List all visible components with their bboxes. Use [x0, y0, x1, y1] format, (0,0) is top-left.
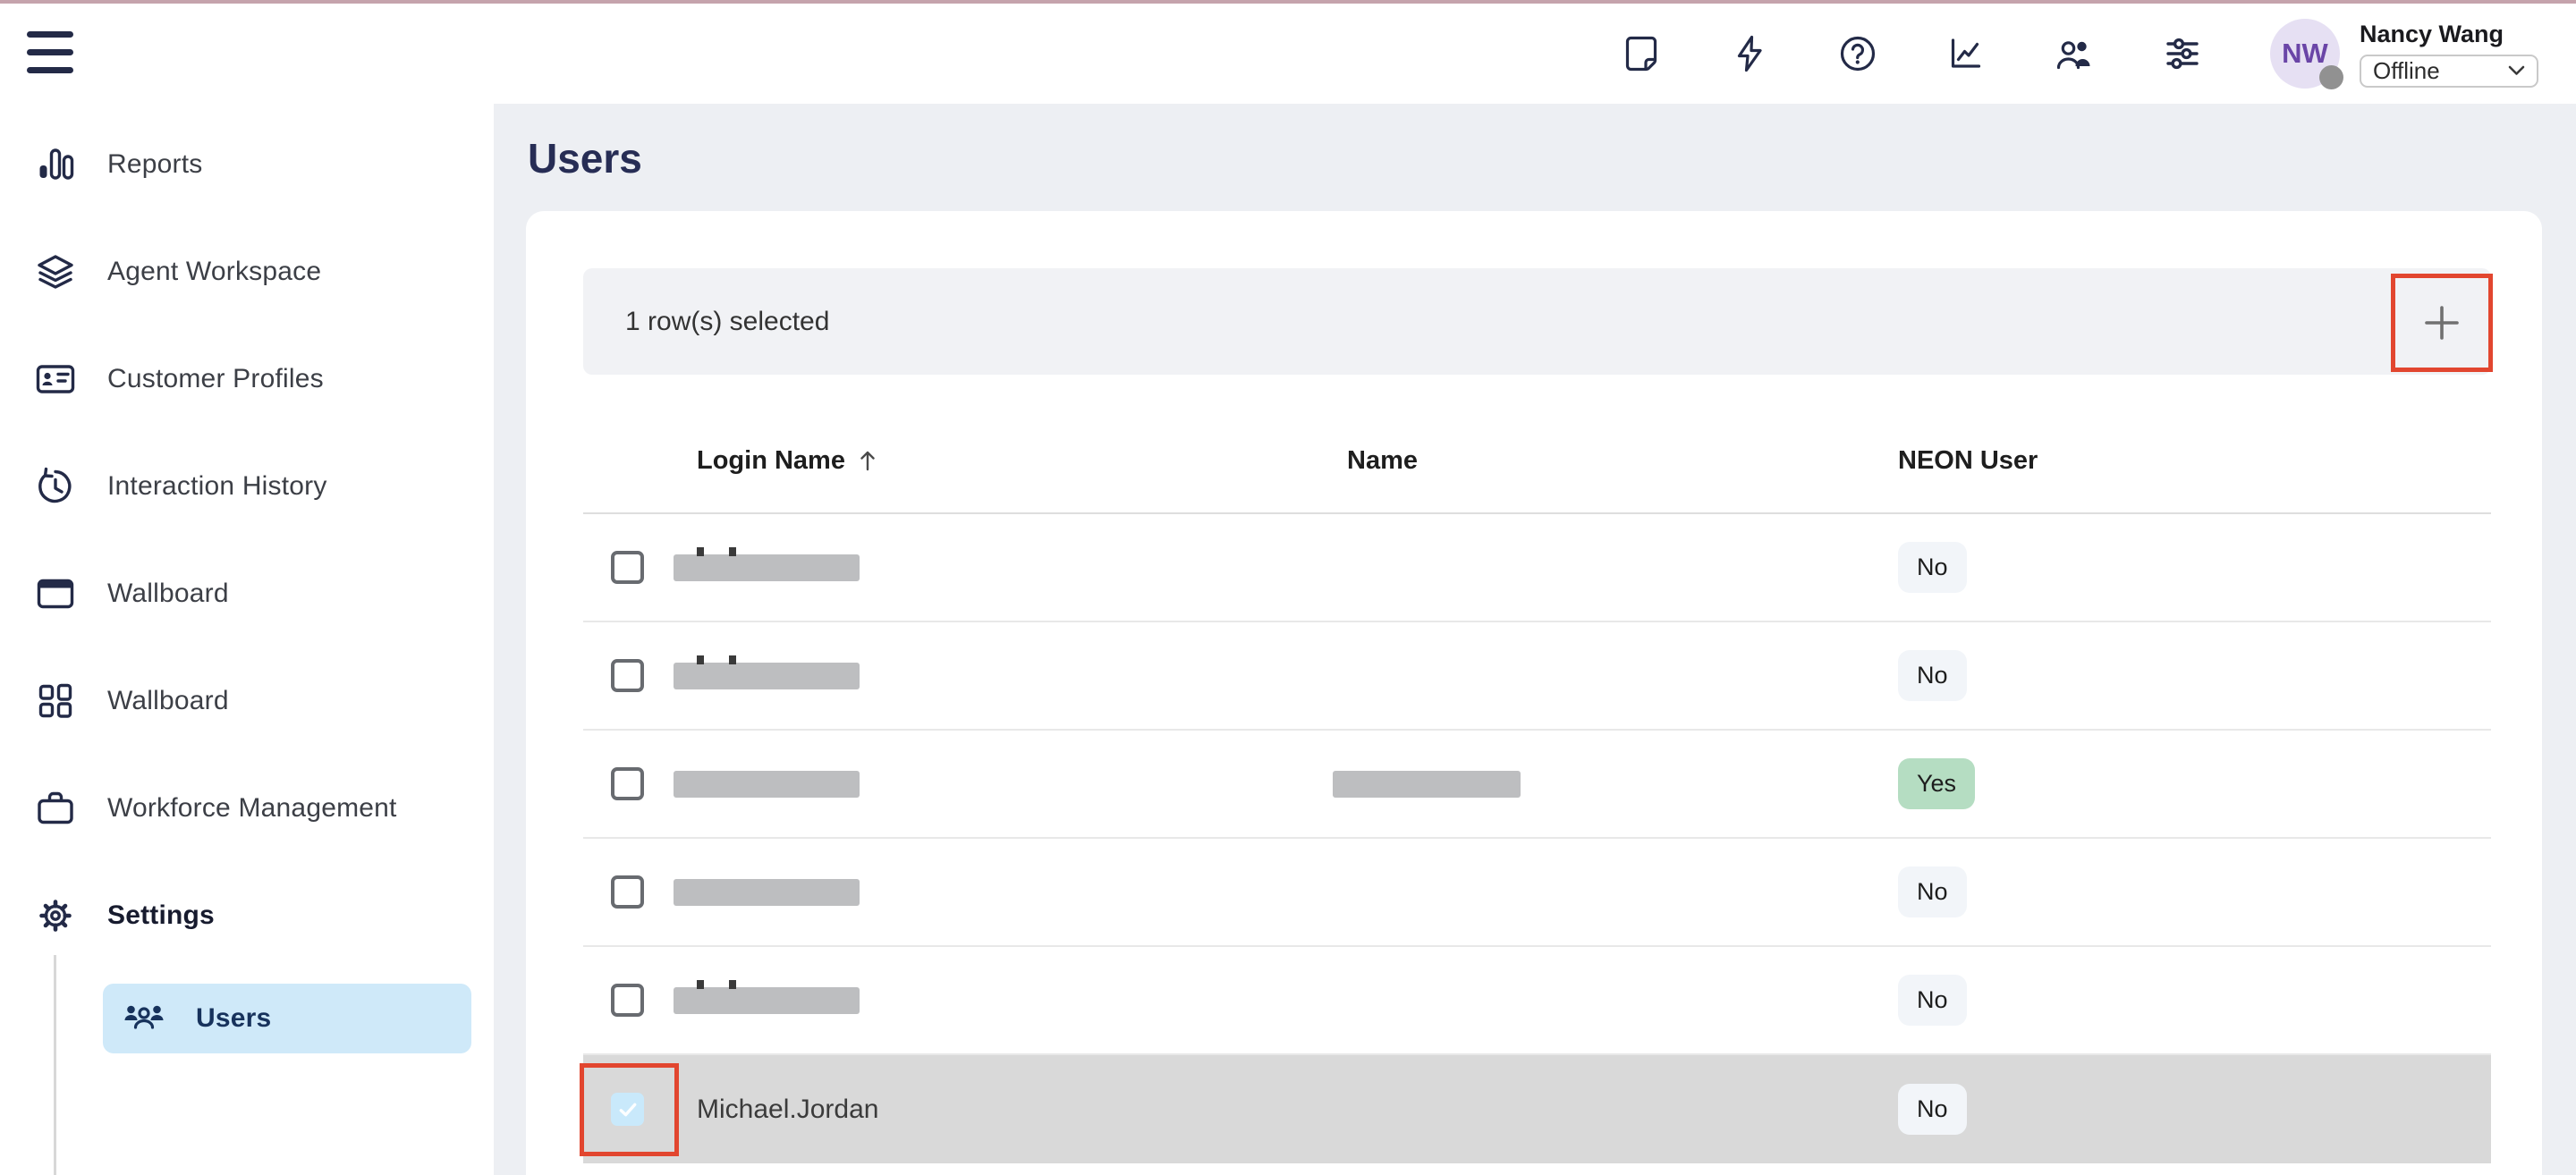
sidebar-item-users-active[interactable]: Users	[103, 984, 471, 1053]
column-header-name: Name	[1324, 446, 1869, 476]
sidebar-subitem-label: Users	[196, 1003, 271, 1034]
row-checkbox[interactable]	[611, 875, 644, 909]
redacted-login-name	[674, 663, 860, 689]
checkbox-column-header	[583, 409, 662, 512]
user-name: Nancy Wang	[2360, 21, 2538, 48]
row-checkbox[interactable]	[611, 984, 644, 1017]
lightning-button[interactable]	[1729, 33, 1770, 74]
sidebar-item-agent-workspace[interactable]: Agent Workspace	[0, 218, 494, 325]
bar-chart-icon	[34, 143, 77, 186]
dashboard-icon	[34, 680, 77, 723]
status-value: Offline	[2373, 57, 2440, 85]
history-icon	[34, 465, 77, 508]
analytics-icon	[1945, 33, 1987, 74]
page-title: Users	[528, 134, 2576, 182]
sort-ascending-icon	[858, 449, 877, 472]
sidebar: Reports Agent Workspace Customer Profile…	[0, 104, 494, 1175]
plus-icon	[2420, 301, 2463, 344]
id-card-icon	[34, 358, 77, 401]
table-row[interactable]: No	[583, 622, 2491, 731]
table-row[interactable]: No	[583, 839, 2491, 947]
topbar-actions: NW Nancy Wang Offline	[1621, 4, 2538, 104]
sidebar-item-reports[interactable]: Reports	[0, 111, 494, 218]
sidebar-item-customer-profiles[interactable]: Customer Profiles	[0, 325, 494, 433]
selection-toolbar: 1 row(s) selected	[583, 268, 2491, 375]
analytics-button[interactable]	[1945, 33, 1987, 74]
users-group-icon	[123, 997, 165, 1040]
redacted-login-name	[674, 771, 860, 798]
help-icon	[1837, 33, 1878, 74]
redacted-login-name	[674, 987, 860, 1014]
redacted-name	[1333, 771, 1521, 798]
column-header-login-name[interactable]: Login Name	[662, 446, 1324, 476]
neon-user-badge: No	[1898, 975, 1967, 1026]
menu-button[interactable]	[27, 31, 73, 73]
briefcase-icon	[34, 787, 77, 830]
app-window: NW Nancy Wang Offline Reports Agent Work…	[0, 0, 2576, 1175]
users-card: 1 row(s) selected Login Name Name	[526, 211, 2542, 1175]
sidebar-item-interaction-history[interactable]: Interaction History	[0, 433, 494, 540]
notes-icon	[1621, 33, 1662, 74]
row-checkbox[interactable]	[611, 551, 644, 584]
notes-button[interactable]	[1621, 33, 1662, 74]
contacts-button[interactable]	[2054, 33, 2095, 74]
table-row[interactable]: No	[583, 947, 2491, 1055]
add-user-button[interactable]	[2391, 274, 2493, 372]
sidebar-item-wallboard-2[interactable]: Wallboard	[0, 647, 494, 755]
row-checkbox[interactable]	[611, 659, 644, 692]
subnav-indent-line	[54, 955, 56, 1175]
status-dot-icon	[2319, 65, 2343, 89]
topbar: NW Nancy Wang Offline	[0, 4, 2576, 104]
redacted-login-name	[674, 879, 860, 906]
login-name-text: Michael.Jordan	[697, 1095, 878, 1125]
neon-user-badge: No	[1898, 542, 1967, 593]
preferences-icon	[2162, 33, 2203, 74]
preferences-button[interactable]	[2162, 33, 2203, 74]
avatar-initials: NW	[2282, 38, 2328, 70]
neon-user-badge: No	[1898, 650, 1967, 701]
sidebar-item-workforce-management[interactable]: Workforce Management	[0, 755, 494, 862]
users-table: Login Name Name NEON User No	[583, 409, 2491, 1163]
redacted-login-name	[674, 554, 860, 581]
column-header-neon-user: NEON User	[1869, 446, 2491, 476]
chevron-down-icon	[2508, 65, 2525, 76]
table-row[interactable]: Yes	[583, 731, 2491, 839]
contacts-icon	[2054, 33, 2095, 74]
window-icon	[34, 572, 77, 615]
help-button[interactable]	[1837, 33, 1878, 74]
neon-user-badge: No	[1898, 1084, 1967, 1135]
avatar[interactable]: NW	[2270, 19, 2340, 89]
table-row[interactable]: Michael.Jordan No	[583, 1055, 2491, 1163]
lightning-icon	[1729, 33, 1770, 74]
sidebar-item-wallboard[interactable]: Wallboard	[0, 540, 494, 647]
layers-icon	[34, 250, 77, 293]
neon-user-badge: Yes	[1898, 758, 1975, 809]
table-header-row: Login Name Name NEON User	[583, 409, 2491, 514]
main-content: Users 1 row(s) selected Login Name Name	[494, 104, 2576, 1175]
row-checkbox[interactable]	[611, 1093, 644, 1126]
neon-user-badge: No	[1898, 866, 1967, 917]
user-block: Nancy Wang Offline	[2360, 21, 2538, 88]
gear-icon	[34, 894, 77, 937]
selection-count-text: 1 row(s) selected	[625, 307, 829, 337]
row-checkbox[interactable]	[611, 767, 644, 800]
status-dropdown[interactable]: Offline	[2360, 55, 2538, 88]
sidebar-item-settings[interactable]: Settings	[0, 862, 494, 969]
table-row[interactable]: No	[583, 514, 2491, 622]
